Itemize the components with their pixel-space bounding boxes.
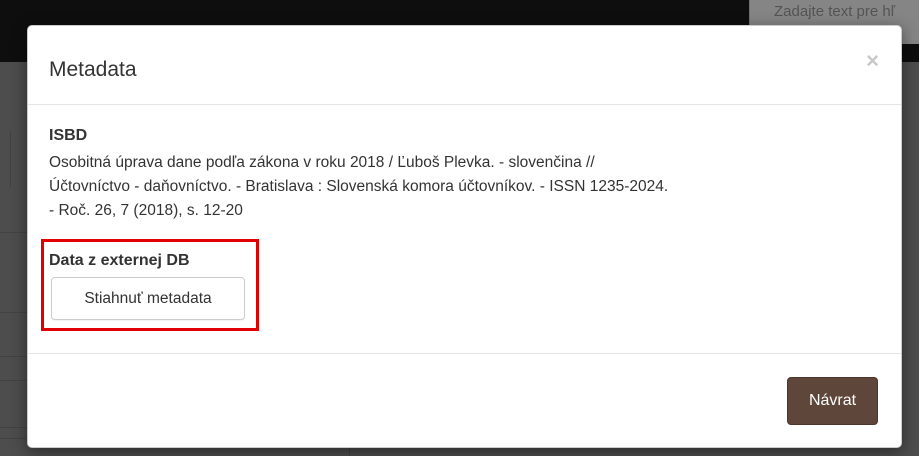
external-db-heading: Data z externej DB: [49, 252, 190, 269]
download-metadata-button[interactable]: Stiahnuť metadata: [51, 277, 245, 320]
back-button[interactable]: Návrat: [787, 377, 878, 425]
metadata-modal: Metadata × ISBD Osobitná úprava dane pod…: [27, 25, 902, 448]
close-button[interactable]: ×: [866, 50, 879, 72]
isbd-line: Účtovníctvo - daňovníctvo. - Bratislava …: [49, 178, 669, 195]
modal-title: Metadata: [49, 58, 137, 81]
isbd-line: - Roč. 26, 7 (2018), s. 12-20: [49, 202, 243, 219]
modal-header: Metadata ×: [28, 26, 901, 105]
isbd-record: Osobitná úprava dane podľa zákona v roku…: [49, 151, 829, 223]
isbd-heading: ISBD: [49, 127, 88, 144]
isbd-line: Osobitná úprava dane podľa zákona v roku…: [49, 154, 595, 171]
